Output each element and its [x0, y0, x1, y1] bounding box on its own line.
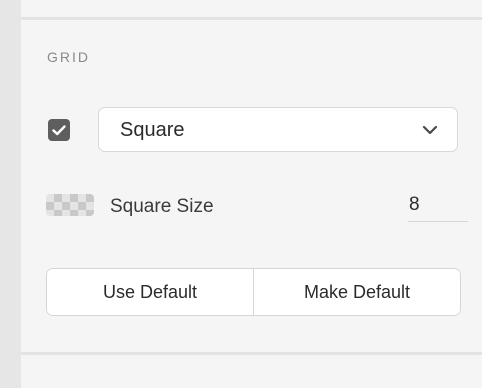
left-rail	[0, 0, 21, 388]
section-title: GRID	[47, 49, 90, 65]
chevron-down-icon	[422, 125, 438, 135]
bottom-divider	[21, 352, 482, 355]
square-size-label: Square Size	[110, 196, 214, 217]
make-default-button[interactable]: Make Default	[253, 269, 460, 315]
use-default-button[interactable]: Use Default	[47, 269, 253, 315]
checkerboard-swatch-icon[interactable]	[46, 194, 94, 216]
grid-settings-panel: GRID Square Square Size 8 Use Default Ma…	[21, 0, 482, 388]
top-divider	[21, 17, 482, 20]
default-button-group: Use Default Make Default	[46, 268, 461, 316]
grid-type-select[interactable]: Square	[98, 107, 458, 152]
square-size-input[interactable]: 8	[408, 192, 468, 222]
grid-enabled-checkbox[interactable]	[48, 119, 70, 141]
checkmark-icon	[52, 124, 66, 135]
grid-type-value: Square	[120, 119, 185, 141]
